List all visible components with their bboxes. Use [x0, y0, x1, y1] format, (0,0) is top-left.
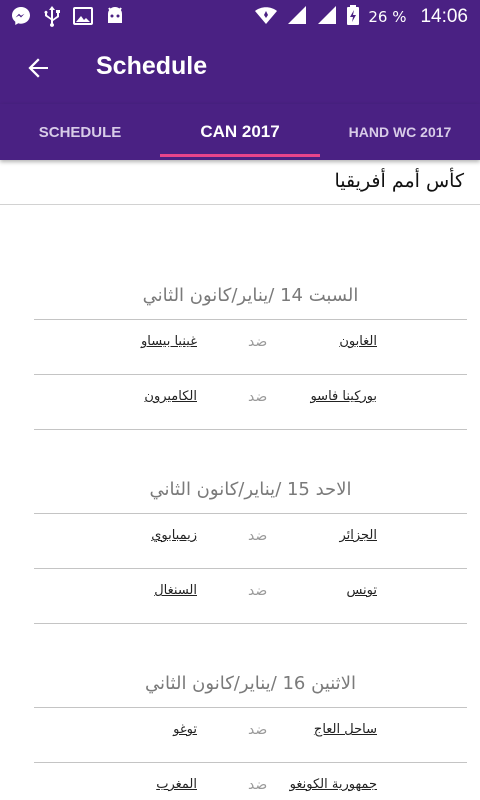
away-team-link[interactable]: زيمبابوي: [151, 528, 197, 543]
day-group: السبت 14 /يناير/كانون الثاني الغابون ضد …: [34, 272, 467, 430]
messenger-icon: [10, 5, 32, 27]
away-team-link[interactable]: غينيا بيساو: [141, 334, 197, 349]
clock: 14:06: [420, 6, 468, 27]
away-team-link[interactable]: توغو: [173, 722, 197, 737]
home-team-link[interactable]: الجزائر: [339, 528, 377, 543]
back-button[interactable]: [20, 50, 56, 86]
usb-icon: [42, 5, 62, 27]
day-group: الاثنين 16 /يناير/كانون الثاني ساحل العا…: [34, 660, 467, 800]
match-row[interactable]: جمهورية الكونغو ضد المغرب: [34, 763, 467, 800]
home-team-link[interactable]: جمهورية الكونغو: [290, 777, 377, 792]
vs-label: ضد: [248, 334, 268, 350]
signal-icon: [316, 4, 338, 30]
vs-label: ضد: [248, 722, 268, 738]
page-title: Schedule: [96, 52, 208, 80]
home-team-link[interactable]: تونس: [346, 583, 377, 598]
match-row[interactable]: بوركينا فاسو ضد الكاميرون: [34, 375, 467, 430]
away-team-link[interactable]: السنغال: [154, 583, 197, 598]
day-header: الاثنين 16 /يناير/كانون الثاني: [34, 660, 467, 708]
arrow-back-icon: [28, 58, 48, 78]
battery-percent: 26 %: [368, 8, 407, 26]
vs-label: ضد: [248, 528, 268, 544]
tab-schedule[interactable]: SCHEDULE: [0, 104, 160, 160]
tab-indicator: [160, 154, 320, 157]
notification-icons: [10, 5, 126, 27]
tab-bar: SCHEDULE CAN 2017 HAND WC 2017: [0, 104, 480, 160]
vs-label: ضد: [248, 777, 268, 793]
battery-charging-icon: [346, 4, 360, 30]
schedule-content[interactable]: كأس أمم أفريقيا السبت 14 /يناير/كانون ال…: [0, 160, 480, 800]
vs-label: ضد: [248, 389, 268, 405]
android-icon: [104, 5, 126, 27]
vs-label: ضد: [248, 583, 268, 599]
day-group: الاحد 15 /يناير/كانون الثاني الجزائر ضد …: [34, 466, 467, 624]
home-team-link[interactable]: ساحل العاج: [314, 722, 377, 737]
system-icons: 26 % 14:06: [254, 4, 468, 30]
status-bar: 26 % 14:06: [0, 0, 480, 32]
app-bar: Schedule: [0, 32, 480, 104]
tab-hand-wc-2017[interactable]: HAND WC 2017: [320, 104, 480, 160]
day-header: الاحد 15 /يناير/كانون الثاني: [34, 466, 467, 514]
home-team-link[interactable]: بوركينا فاسو: [310, 389, 377, 404]
match-row[interactable]: الجزائر ضد زيمبابوي: [34, 514, 467, 569]
match-row[interactable]: تونس ضد السنغال: [34, 569, 467, 624]
away-team-link[interactable]: المغرب: [156, 777, 197, 792]
divider: [0, 204, 480, 205]
match-row[interactable]: الغابون ضد غينيا بيساو: [34, 320, 467, 375]
day-header: السبت 14 /يناير/كانون الثاني: [34, 272, 467, 320]
wifi-icon: [254, 4, 278, 30]
match-row[interactable]: ساحل العاج ضد توغو: [34, 708, 467, 763]
signal-icon: [286, 4, 308, 30]
tab-can-2017[interactable]: CAN 2017: [160, 104, 320, 160]
image-icon: [72, 5, 94, 27]
home-team-link[interactable]: الغابون: [339, 334, 377, 349]
away-team-link[interactable]: الكاميرون: [144, 389, 197, 404]
competition-title: كأس أمم أفريقيا: [334, 170, 464, 192]
